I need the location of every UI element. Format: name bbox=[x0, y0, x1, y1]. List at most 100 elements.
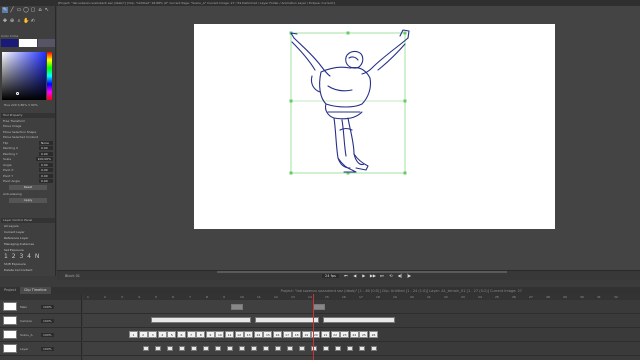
tool-icon[interactable]: ✋ bbox=[23, 18, 29, 24]
track-opacity[interactable]: 100% bbox=[41, 304, 54, 309]
keyframe-cell[interactable] bbox=[311, 346, 317, 351]
playback-button[interactable]: ◀ bbox=[352, 273, 358, 279]
playback-button[interactable]: ⏮ bbox=[343, 273, 349, 279]
tool-property-value[interactable]: 0.00 bbox=[39, 151, 53, 156]
track-row[interactable]: Sozou_A 100% bbox=[0, 328, 81, 342]
cel-number[interactable]: 24 bbox=[349, 331, 359, 338]
keyframe-cell[interactable] bbox=[227, 346, 233, 351]
cel-number[interactable]: 16 bbox=[273, 331, 282, 338]
keyframe-cell[interactable] bbox=[143, 346, 149, 351]
keyframe-cell[interactable] bbox=[299, 346, 305, 351]
track-row[interactable]: Camera 100% bbox=[0, 314, 81, 328]
cel-number[interactable]: 14 bbox=[253, 331, 263, 338]
reset-button[interactable]: Reset bbox=[9, 185, 47, 190]
keyframe-cell[interactable] bbox=[287, 346, 293, 351]
tool-icon[interactable]: ✍ bbox=[30, 18, 36, 24]
cel-number[interactable]: 11 bbox=[225, 331, 234, 338]
tool-property-value[interactable]: 100.00% bbox=[35, 157, 53, 162]
cel-number[interactable]: 21 bbox=[321, 331, 330, 338]
cel-number[interactable]: 12 bbox=[234, 331, 244, 338]
cel-number[interactable]: 19 bbox=[301, 331, 311, 338]
antialias-row[interactable]: Anti-aliasing bbox=[1, 191, 55, 197]
track-row[interactable]: Main 100% bbox=[0, 300, 81, 314]
cel-number[interactable]: 1 bbox=[129, 331, 138, 338]
cel-block[interactable] bbox=[151, 317, 251, 323]
color-picker-cursor[interactable] bbox=[16, 92, 19, 95]
tool-icon[interactable]: ⊕ bbox=[9, 18, 15, 24]
frame-cell[interactable] bbox=[313, 304, 325, 310]
apply-button[interactable]: Apply bbox=[9, 197, 47, 203]
transparent-color-swatch[interactable] bbox=[37, 39, 55, 47]
tool-icon[interactable]: ▢ bbox=[30, 7, 36, 13]
fps-field[interactable]: 24 fps bbox=[322, 274, 339, 278]
keyframe-cell[interactable] bbox=[335, 346, 341, 351]
playback-button[interactable]: |▶ bbox=[406, 273, 412, 279]
keyframe-cell[interactable] bbox=[275, 346, 281, 351]
tool-icon[interactable]: ◯ bbox=[23, 7, 29, 13]
cel-number[interactable]: 2 bbox=[138, 331, 148, 338]
keyframe-cell[interactable] bbox=[215, 346, 221, 351]
tool-property-value[interactable]: None bbox=[39, 140, 53, 145]
tool-icon[interactable]: ✎ bbox=[2, 7, 8, 13]
tool-icon[interactable]: ✥ bbox=[2, 18, 8, 24]
cel-number[interactable]: 9 bbox=[205, 331, 215, 338]
cel-number[interactable]: 10 bbox=[215, 331, 225, 338]
drawing-canvas[interactable] bbox=[194, 24, 555, 229]
tool-icon[interactable]: ⌂ bbox=[37, 7, 43, 13]
cel-number[interactable]: 26 bbox=[369, 331, 378, 338]
keyframe-cell[interactable] bbox=[359, 346, 365, 351]
cel-number[interactable]: 22 bbox=[330, 331, 340, 338]
keyframe-cell[interactable] bbox=[155, 346, 161, 351]
tool-property-row[interactable]: Pivot Angle 0.00 bbox=[1, 179, 55, 185]
frame-grid[interactable]: 1 2 3 4 5 6 7 8 9 10 11 12 13 14 15 16 17 18 19 20 21 22 23 24 2… bbox=[83, 300, 640, 360]
track-opacity[interactable]: 100% bbox=[41, 318, 54, 323]
foreground-color-swatch[interactable] bbox=[1, 39, 19, 47]
background-color-swatch[interactable] bbox=[19, 39, 37, 47]
frame-track-sozou[interactable]: 1 2 3 4 5 6 7 8 9 10 11 12 13 14 15 16 17 18 19 20 21 22 23 24 2… bbox=[83, 328, 640, 342]
track-row[interactable]: Layer 100% bbox=[0, 342, 81, 356]
frame-track-main[interactable] bbox=[83, 300, 640, 314]
tool-icon[interactable]: ▭ bbox=[16, 7, 22, 13]
color-picker-square[interactable] bbox=[2, 52, 46, 100]
cel-number[interactable]: 23 bbox=[340, 331, 350, 338]
tool-property-value[interactable]: 0.00 bbox=[39, 179, 53, 184]
hue-slider[interactable] bbox=[47, 52, 52, 100]
cel-number[interactable]: 8 bbox=[196, 331, 206, 338]
frame-cell[interactable] bbox=[231, 304, 243, 310]
cel-number[interactable]: 7 bbox=[186, 331, 196, 338]
track-opacity[interactable]: 100% bbox=[41, 332, 54, 337]
keyframe-cell[interactable] bbox=[347, 346, 353, 351]
exposure-counter[interactable]: 1 2 3 4 N bbox=[1, 253, 55, 261]
cel-number[interactable]: 4 bbox=[157, 331, 167, 338]
keyframe-cell[interactable] bbox=[323, 346, 329, 351]
cel-number[interactable]: 5 bbox=[167, 331, 177, 338]
playback-button[interactable]: ⏭ bbox=[379, 273, 385, 279]
tool-icon[interactable]: ╱ bbox=[9, 7, 15, 13]
tool-property-value[interactable]: 0.00 bbox=[39, 146, 53, 151]
tool-icon[interactable]: ↖ bbox=[44, 7, 50, 13]
playhead[interactable] bbox=[313, 294, 314, 360]
tab-clip-timeline[interactable]: Clip Timeline bbox=[19, 287, 51, 294]
playback-button[interactable]: ⟲ bbox=[388, 273, 394, 279]
tool-icon[interactable]: ⌕ bbox=[16, 18, 22, 24]
cel-block[interactable] bbox=[255, 317, 319, 323]
cel-number[interactable]: 15 bbox=[263, 331, 273, 338]
cel-number[interactable]: 3 bbox=[148, 331, 158, 338]
cel-number[interactable]: 25 bbox=[359, 331, 369, 338]
character-sketch[interactable] bbox=[194, 24, 555, 229]
keyframe-cell[interactable] bbox=[239, 346, 245, 351]
keyframe-cell[interactable] bbox=[203, 346, 209, 351]
keyframe-cell[interactable] bbox=[263, 346, 269, 351]
cel-number[interactable]: 13 bbox=[244, 331, 254, 338]
playback-button[interactable]: ▶▶ bbox=[370, 273, 376, 279]
cel-number[interactable]: 18 bbox=[292, 331, 302, 338]
playback-button[interactable]: ◀| bbox=[397, 273, 403, 279]
tab-project[interactable]: Project bbox=[0, 287, 20, 294]
playback-button[interactable]: ▶ bbox=[361, 273, 367, 279]
keyframe-cell[interactable] bbox=[191, 346, 197, 351]
canvas-area[interactable] bbox=[57, 6, 640, 270]
cel-number[interactable]: 17 bbox=[282, 331, 292, 338]
cel-number[interactable]: 6 bbox=[177, 331, 186, 338]
tool-property-value[interactable]: 0.00 bbox=[39, 173, 53, 178]
tool-property-value[interactable]: 0.00 bbox=[39, 162, 53, 167]
